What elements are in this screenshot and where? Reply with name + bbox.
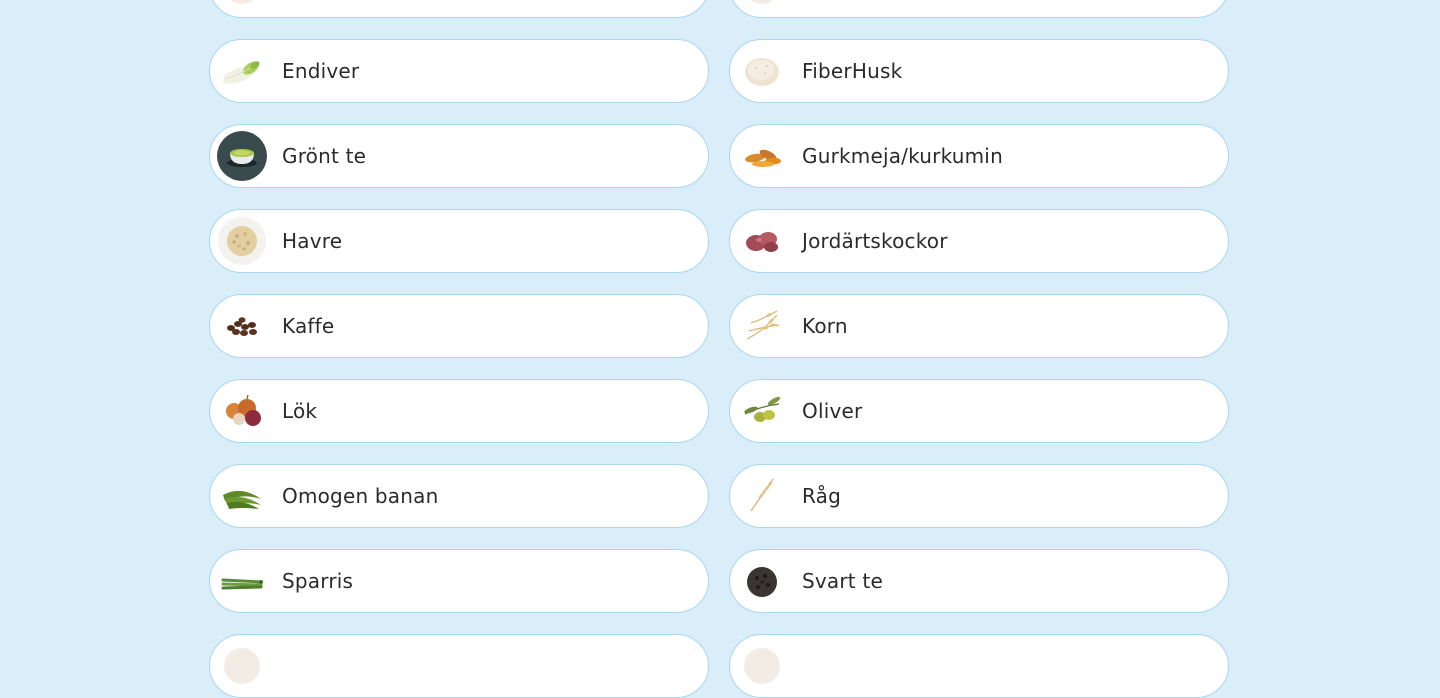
ingredient-label: Kaffe (282, 314, 335, 338)
ingredient-item-korn[interactable]: Korn (729, 294, 1229, 358)
turmeric-icon (737, 131, 787, 181)
ingredient-item-gront-te[interactable]: Grönt te (209, 124, 709, 188)
fiberhusk-icon (737, 46, 787, 96)
ingredient-label: Grönt te (282, 144, 367, 168)
food-icon (737, 641, 787, 691)
ingredient-label: Omogen banan (282, 484, 439, 508)
ingredient-item-havre[interactable]: Havre (209, 209, 709, 273)
ingredient-label: Lök (282, 399, 318, 423)
ingredient-label: Jordärtskockor (802, 229, 948, 253)
black-tea-icon (737, 556, 787, 606)
food-icon (217, 641, 267, 691)
endive-icon (217, 46, 267, 96)
ingredient-label: Havre (282, 229, 343, 253)
ingredient-item-sparris[interactable]: Sparris (209, 549, 709, 613)
ingredient-item-jordartskockor[interactable]: Jordärtskockor (729, 209, 1229, 273)
asparagus-icon (217, 556, 267, 606)
green-tea-icon (217, 131, 267, 181)
ingredient-item-rag[interactable]: Råg (729, 464, 1229, 528)
green-banana-icon (217, 471, 267, 521)
ingredient-label: FiberHusk (802, 59, 903, 83)
ingredient-label: Endiver (282, 59, 360, 83)
food-icon (737, 0, 787, 11)
ingredient-list: Endiver FiberHusk Grönt te Gurkmeja/kurk… (209, 0, 1229, 698)
ingredient-item-gurkmeja[interactable]: Gurkmeja/kurkumin (729, 124, 1229, 188)
ingredient-item-oliver[interactable]: Oliver (729, 379, 1229, 443)
ingredient-label: Sparris (282, 569, 354, 593)
barley-icon (737, 301, 787, 351)
ingredient-label: Gurkmeja/kurkumin (802, 144, 1003, 168)
rye-icon (737, 471, 787, 521)
ingredient-item-omogen-banan[interactable]: Omogen banan (209, 464, 709, 528)
ingredient-item[interactable] (729, 634, 1229, 698)
ingredient-item[interactable] (209, 0, 709, 18)
ingredient-item-kaffe[interactable]: Kaffe (209, 294, 709, 358)
ingredient-item-endiver[interactable]: Endiver (209, 39, 709, 103)
food-icon (217, 0, 267, 11)
oats-icon (217, 216, 267, 266)
ingredient-item-fiberhusk[interactable]: FiberHusk (729, 39, 1229, 103)
ingredient-item-lok[interactable]: Lök (209, 379, 709, 443)
ingredient-item-svart-te[interactable]: Svart te (729, 549, 1229, 613)
ingredient-item[interactable] (729, 0, 1229, 18)
ingredient-label: Oliver (802, 399, 863, 423)
jerusalem-artichoke-icon (737, 216, 787, 266)
ingredient-label: Korn (802, 314, 848, 338)
coffee-beans-icon (217, 301, 267, 351)
ingredient-label: Svart te (802, 569, 883, 593)
ingredient-item[interactable] (209, 634, 709, 698)
olives-icon (737, 386, 787, 436)
onion-icon (217, 386, 267, 436)
ingredient-label: Råg (802, 484, 842, 508)
